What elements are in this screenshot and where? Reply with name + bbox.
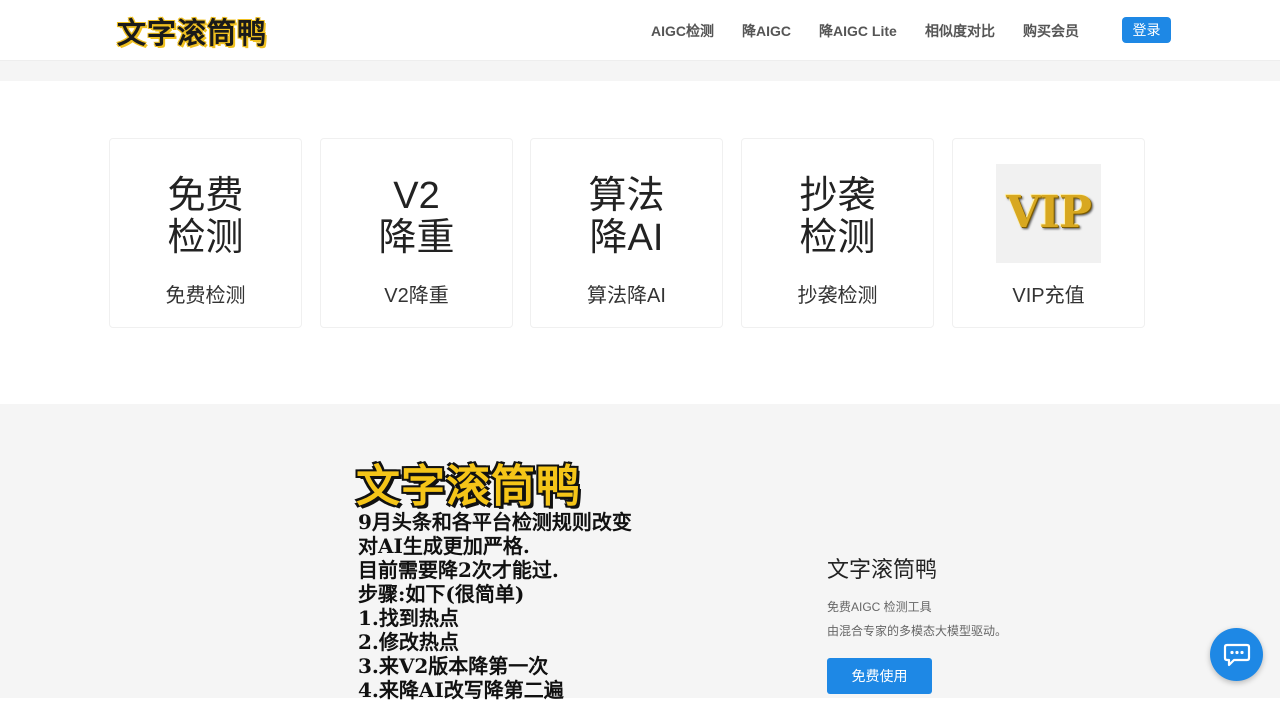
poster-title: 文字滚筒鸭 (356, 461, 581, 512)
nav-reduce-aigc-lite[interactable]: 降AIGC Lite (819, 21, 897, 41)
poster-line: 对AI生成更加严格. (358, 534, 530, 558)
poster-line: 目前需要降2次才能过. (358, 558, 559, 582)
site-logo[interactable]: 文字滚筒鸭 (117, 10, 267, 50)
card-plagiarism-detect[interactable]: 抄袭 检测 抄袭检测 (741, 138, 934, 328)
header-divider-strip (0, 61, 1280, 81)
card-free-detect[interactable]: 免费 检测 免费检测 (109, 138, 302, 328)
nav-buy-membership[interactable]: 购买会员 (1023, 21, 1079, 41)
nav-similarity-compare[interactable]: 相似度对比 (925, 21, 995, 41)
vip-icon: VIP (953, 163, 1144, 263)
poster-line: 1.找到热点 (358, 606, 459, 630)
poster-text: 9月头条和各平台检测规则改变 对AI生成更加严格. 目前需要降2次才能过. 步骤… (358, 510, 632, 702)
card-label: 抄袭检测 (797, 285, 878, 307)
promo-description: 由混合专家的多模态大模型驱动。 (827, 624, 1008, 638)
chat-bubble-icon (1223, 643, 1250, 666)
v2-rewrite-icon: V2 降重 (378, 175, 455, 259)
poster-line: 3.来V2版本降第一次 (358, 654, 549, 678)
card-v2-rewrite[interactable]: V2 降重 V2降重 (320, 138, 513, 328)
nav-aigc-detect[interactable]: AIGC检测 (651, 21, 714, 41)
card-vip-recharge[interactable]: VIP VIP充值 (952, 138, 1145, 328)
poster-line: 2.修改热点 (358, 630, 459, 654)
card-label: V2降重 (384, 285, 449, 307)
free-use-button[interactable]: 免费使用 (827, 658, 932, 694)
top-header: 文字滚筒鸭 AIGC检测 降AIGC 降AIGC Lite 相似度对比 购买会员… (0, 0, 1280, 61)
poster-line: 步骤:如下(很简单) (358, 582, 525, 606)
card-label: 免费检测 (165, 285, 246, 307)
card-label: VIP充值 (1012, 285, 1085, 307)
chat-button[interactable] (1210, 628, 1263, 681)
vip-icon-text: VIP (1006, 187, 1092, 238)
card-algorithm-reduce-ai[interactable]: 算法 降AI 算法降AI (530, 138, 723, 328)
promo-section (0, 404, 1280, 698)
free-detect-icon: 免费 检测 (167, 175, 244, 259)
plagiarism-detect-icon: 抄袭 检测 (799, 175, 876, 259)
poster-line: 9月头条和各平台检测规则改变 (358, 510, 632, 534)
algorithm-reduce-ai-icon: 算法 降AI (588, 175, 665, 259)
promo-title: 文字滚筒鸭 (827, 557, 938, 582)
poster-line: 4.来降AI改写降第二遍 (358, 678, 564, 702)
nav-reduce-aigc[interactable]: 降AIGC (742, 21, 791, 41)
promo-subtitle: 免费AIGC 检测工具 (827, 600, 932, 614)
login-button[interactable]: 登录 (1122, 17, 1171, 43)
card-label: 算法降AI (587, 285, 666, 307)
